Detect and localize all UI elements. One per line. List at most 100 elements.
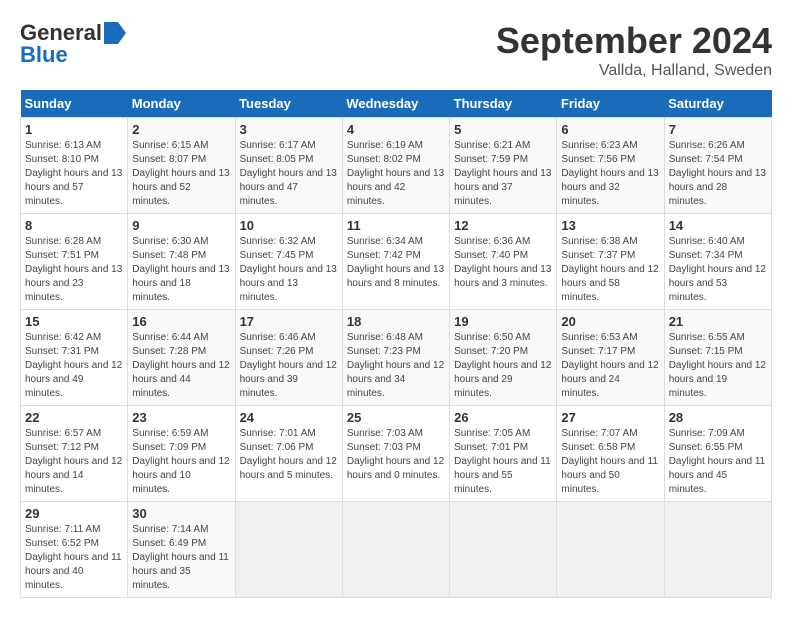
day-number: 30 [132, 506, 230, 521]
day-number: 21 [669, 314, 767, 329]
weekday-thursday: Thursday [450, 90, 557, 118]
day-number: 11 [347, 218, 445, 233]
day-info: Sunrise: 6:13 AM Sunset: 8:10 PM Dayligh… [25, 139, 123, 209]
day-info: Sunrise: 6:36 AM Sunset: 7:40 PM Dayligh… [454, 235, 552, 291]
day-info: Sunrise: 7:14 AM Sunset: 6:49 PM Dayligh… [132, 523, 230, 593]
day-number: 1 [25, 122, 123, 137]
calendar-cell: 30 Sunrise: 7:14 AM Sunset: 6:49 PM Dayl… [128, 502, 235, 598]
day-info: Sunrise: 7:11 AM Sunset: 6:52 PM Dayligh… [25, 523, 123, 593]
calendar-body: 1 Sunrise: 6:13 AM Sunset: 8:10 PM Dayli… [21, 118, 772, 598]
day-info: Sunrise: 6:48 AM Sunset: 7:23 PM Dayligh… [347, 331, 445, 401]
day-info: Sunrise: 6:19 AM Sunset: 8:02 PM Dayligh… [347, 139, 445, 209]
calendar-cell: 13 Sunrise: 6:38 AM Sunset: 7:37 PM Dayl… [557, 214, 664, 310]
day-number: 24 [240, 410, 338, 425]
weekday-wednesday: Wednesday [342, 90, 449, 118]
calendar-cell: 29 Sunrise: 7:11 AM Sunset: 6:52 PM Dayl… [21, 502, 128, 598]
day-info: Sunrise: 6:32 AM Sunset: 7:45 PM Dayligh… [240, 235, 338, 305]
page-header: General Blue September 2024 Vallda, Hall… [20, 20, 772, 80]
day-number: 17 [240, 314, 338, 329]
calendar-cell: 22 Sunrise: 6:57 AM Sunset: 7:12 PM Dayl… [21, 406, 128, 502]
logo-arrow-icon [104, 22, 126, 44]
calendar-cell: 6 Sunrise: 6:23 AM Sunset: 7:56 PM Dayli… [557, 118, 664, 214]
calendar-cell [450, 502, 557, 598]
location: Vallda, Halland, Sweden [496, 62, 772, 80]
day-info: Sunrise: 6:23 AM Sunset: 7:56 PM Dayligh… [561, 139, 659, 209]
calendar-cell: 26 Sunrise: 7:05 AM Sunset: 7:01 PM Dayl… [450, 406, 557, 502]
calendar-cell: 4 Sunrise: 6:19 AM Sunset: 8:02 PM Dayli… [342, 118, 449, 214]
day-info: Sunrise: 6:57 AM Sunset: 7:12 PM Dayligh… [25, 427, 123, 497]
calendar-cell: 17 Sunrise: 6:46 AM Sunset: 7:26 PM Dayl… [235, 310, 342, 406]
calendar-cell: 5 Sunrise: 6:21 AM Sunset: 7:59 PM Dayli… [450, 118, 557, 214]
day-info: Sunrise: 6:30 AM Sunset: 7:48 PM Dayligh… [132, 235, 230, 305]
day-info: Sunrise: 6:55 AM Sunset: 7:15 PM Dayligh… [669, 331, 767, 401]
day-info: Sunrise: 6:17 AM Sunset: 8:05 PM Dayligh… [240, 139, 338, 209]
calendar-cell: 12 Sunrise: 6:36 AM Sunset: 7:40 PM Dayl… [450, 214, 557, 310]
day-info: Sunrise: 6:26 AM Sunset: 7:54 PM Dayligh… [669, 139, 767, 209]
day-info: Sunrise: 7:07 AM Sunset: 6:58 PM Dayligh… [561, 427, 659, 497]
weekday-sunday: Sunday [21, 90, 128, 118]
day-number: 12 [454, 218, 552, 233]
day-number: 23 [132, 410, 230, 425]
day-number: 4 [347, 122, 445, 137]
day-number: 9 [132, 218, 230, 233]
calendar-cell: 7 Sunrise: 6:26 AM Sunset: 7:54 PM Dayli… [664, 118, 771, 214]
calendar-cell: 23 Sunrise: 6:59 AM Sunset: 7:09 PM Dayl… [128, 406, 235, 502]
day-info: Sunrise: 6:42 AM Sunset: 7:31 PM Dayligh… [25, 331, 123, 401]
logo-blue: Blue [20, 42, 68, 68]
calendar-cell: 20 Sunrise: 6:53 AM Sunset: 7:17 PM Dayl… [557, 310, 664, 406]
calendar-cell: 1 Sunrise: 6:13 AM Sunset: 8:10 PM Dayli… [21, 118, 128, 214]
day-number: 7 [669, 122, 767, 137]
day-number: 3 [240, 122, 338, 137]
day-number: 27 [561, 410, 659, 425]
calendar-cell: 8 Sunrise: 6:28 AM Sunset: 7:51 PM Dayli… [21, 214, 128, 310]
day-number: 6 [561, 122, 659, 137]
calendar-cell: 10 Sunrise: 6:32 AM Sunset: 7:45 PM Dayl… [235, 214, 342, 310]
day-info: Sunrise: 6:59 AM Sunset: 7:09 PM Dayligh… [132, 427, 230, 497]
day-info: Sunrise: 6:28 AM Sunset: 7:51 PM Dayligh… [25, 235, 123, 305]
day-number: 26 [454, 410, 552, 425]
day-number: 22 [25, 410, 123, 425]
calendar-cell [664, 502, 771, 598]
day-number: 15 [25, 314, 123, 329]
day-number: 13 [561, 218, 659, 233]
calendar-cell [557, 502, 664, 598]
calendar-cell: 11 Sunrise: 6:34 AM Sunset: 7:42 PM Dayl… [342, 214, 449, 310]
day-number: 28 [669, 410, 767, 425]
calendar-cell: 2 Sunrise: 6:15 AM Sunset: 8:07 PM Dayli… [128, 118, 235, 214]
day-number: 18 [347, 314, 445, 329]
day-info: Sunrise: 7:09 AM Sunset: 6:55 PM Dayligh… [669, 427, 767, 497]
week-row-2: 8 Sunrise: 6:28 AM Sunset: 7:51 PM Dayli… [21, 214, 772, 310]
day-number: 5 [454, 122, 552, 137]
weekday-header-row: SundayMondayTuesdayWednesdayThursdayFrid… [21, 90, 772, 118]
calendar-cell: 18 Sunrise: 6:48 AM Sunset: 7:23 PM Dayl… [342, 310, 449, 406]
day-number: 14 [669, 218, 767, 233]
day-number: 19 [454, 314, 552, 329]
day-info: Sunrise: 6:38 AM Sunset: 7:37 PM Dayligh… [561, 235, 659, 305]
calendar-cell [342, 502, 449, 598]
calendar-cell: 25 Sunrise: 7:03 AM Sunset: 7:03 PM Dayl… [342, 406, 449, 502]
day-number: 2 [132, 122, 230, 137]
day-info: Sunrise: 6:53 AM Sunset: 7:17 PM Dayligh… [561, 331, 659, 401]
day-info: Sunrise: 6:50 AM Sunset: 7:20 PM Dayligh… [454, 331, 552, 401]
day-info: Sunrise: 7:03 AM Sunset: 7:03 PM Dayligh… [347, 427, 445, 483]
calendar-cell: 27 Sunrise: 7:07 AM Sunset: 6:58 PM Dayl… [557, 406, 664, 502]
day-info: Sunrise: 6:40 AM Sunset: 7:34 PM Dayligh… [669, 235, 767, 305]
calendar-cell [235, 502, 342, 598]
calendar-cell: 24 Sunrise: 7:01 AM Sunset: 7:06 PM Dayl… [235, 406, 342, 502]
day-info: Sunrise: 6:21 AM Sunset: 7:59 PM Dayligh… [454, 139, 552, 209]
day-number: 16 [132, 314, 230, 329]
logo: General Blue [20, 20, 128, 68]
day-number: 29 [25, 506, 123, 521]
calendar-cell: 19 Sunrise: 6:50 AM Sunset: 7:20 PM Dayl… [450, 310, 557, 406]
day-info: Sunrise: 6:34 AM Sunset: 7:42 PM Dayligh… [347, 235, 445, 291]
calendar-cell: 28 Sunrise: 7:09 AM Sunset: 6:55 PM Dayl… [664, 406, 771, 502]
day-number: 20 [561, 314, 659, 329]
calendar-cell: 16 Sunrise: 6:44 AM Sunset: 7:28 PM Dayl… [128, 310, 235, 406]
title-area: September 2024 Vallda, Halland, Sweden [496, 20, 772, 80]
day-number: 8 [25, 218, 123, 233]
day-info: Sunrise: 7:05 AM Sunset: 7:01 PM Dayligh… [454, 427, 552, 497]
month-title: September 2024 [496, 20, 772, 62]
weekday-friday: Friday [557, 90, 664, 118]
week-row-4: 22 Sunrise: 6:57 AM Sunset: 7:12 PM Dayl… [21, 406, 772, 502]
day-info: Sunrise: 6:44 AM Sunset: 7:28 PM Dayligh… [132, 331, 230, 401]
